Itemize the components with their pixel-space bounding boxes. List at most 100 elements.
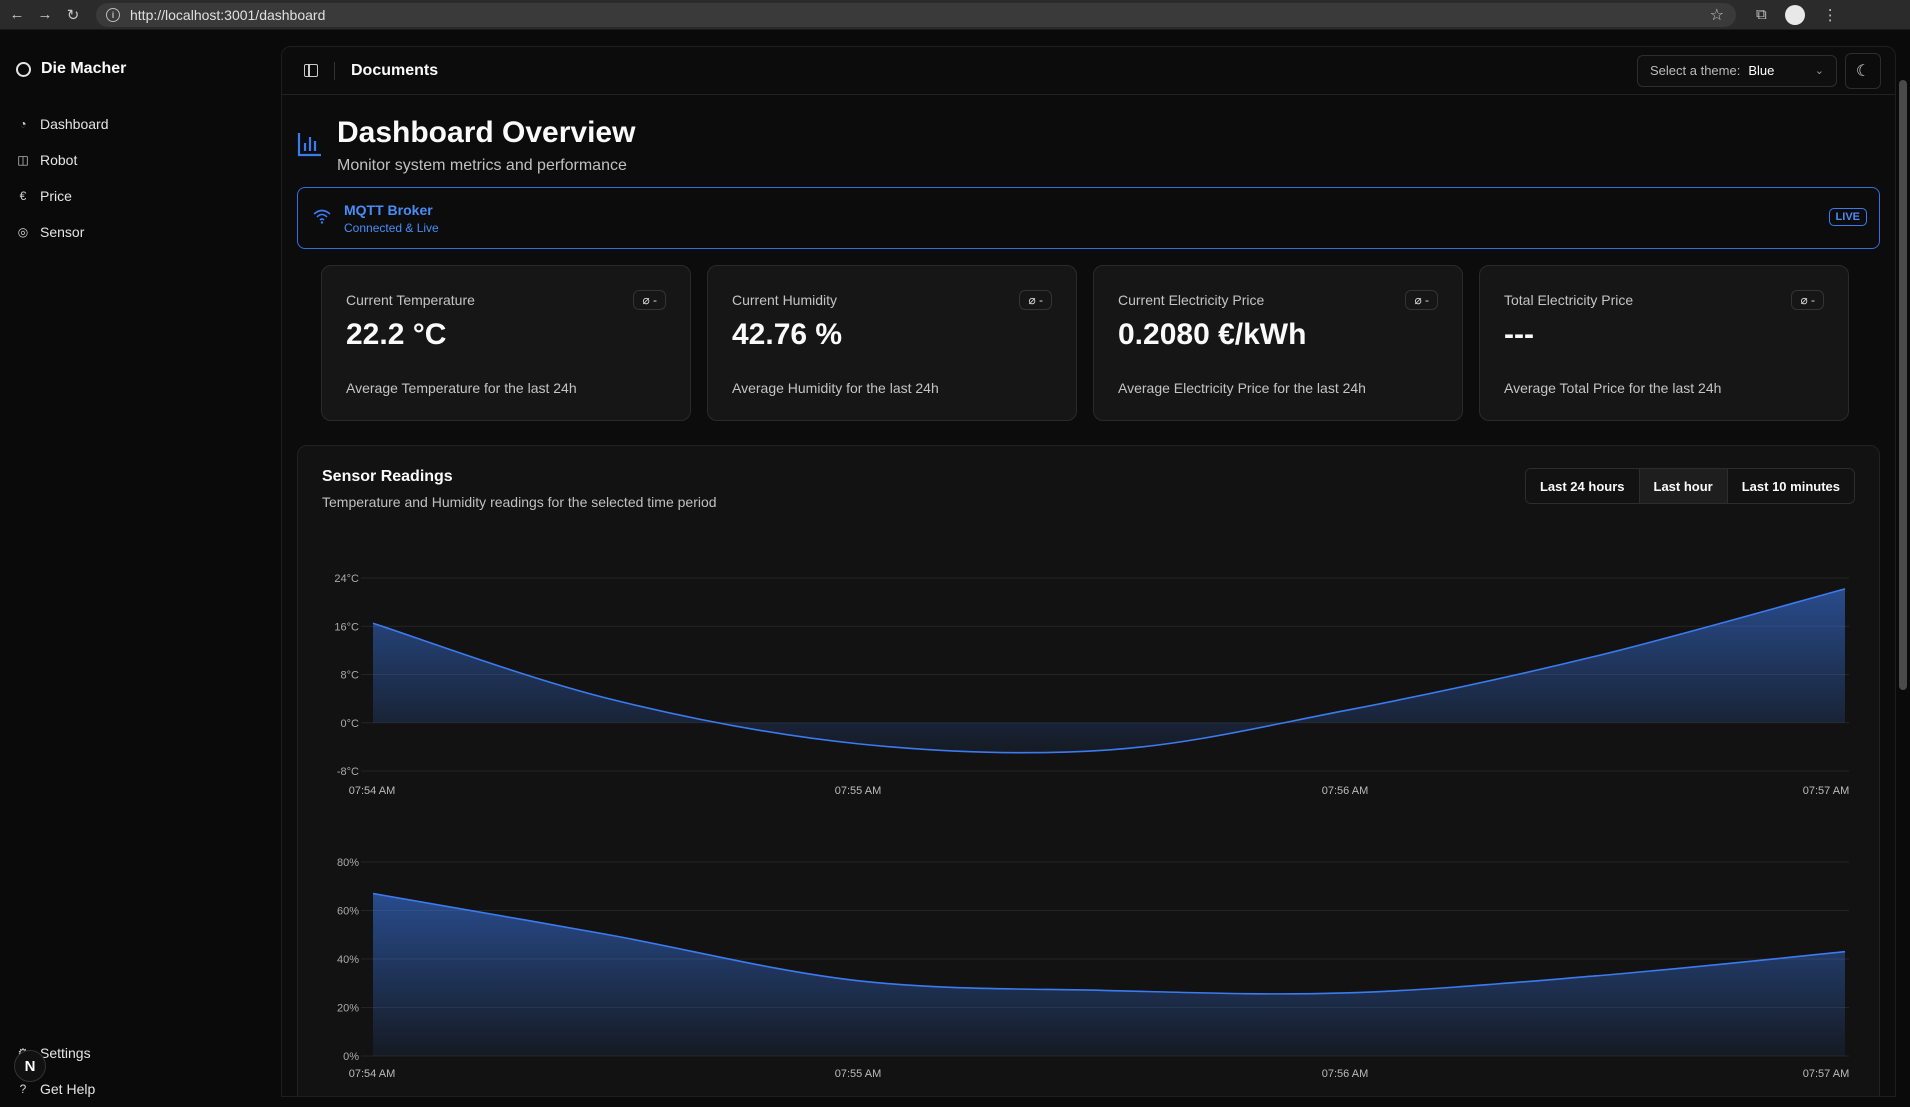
sidebar-toggle-icon[interactable] [304, 64, 318, 77]
card-label: Current Temperature [346, 292, 475, 308]
sensor-subtitle: Temperature and Humidity readings for th… [322, 494, 717, 510]
total-price-card: Total Electricity Price --- Average Tota… [1479, 265, 1849, 421]
y-tick-label: -8°C [337, 766, 359, 778]
bookmark-star-icon[interactable]: ☆ [1710, 5, 1724, 25]
scrollbar[interactable] [1896, 30, 1910, 1097]
card-foot: Average Humidity for the last 24h [732, 380, 939, 396]
y-tick-label: 24°C [334, 573, 359, 585]
x-tick-label: 07:54 AM [349, 785, 395, 797]
card-label: Current Electricity Price [1118, 292, 1265, 308]
series-area [373, 588, 1845, 753]
bar-chart-icon [297, 133, 321, 157]
average-badge: ⌀ - [1019, 290, 1052, 310]
average-badge: ⌀ - [1791, 290, 1824, 310]
user-avatar[interactable]: N [14, 1050, 46, 1082]
mqtt-name: MQTT Broker [344, 201, 433, 218]
sidebar-item-robot[interactable]: ◫ Robot [16, 142, 109, 178]
back-icon[interactable]: ← [6, 4, 28, 26]
profile-avatar[interactable] [1784, 4, 1805, 25]
address-bar[interactable]: i http://localhost:3001/dashboard ☆ [96, 2, 1736, 27]
dark-mode-toggle[interactable]: ☾ [1845, 52, 1881, 89]
theme-select-value: Blue [1748, 63, 1775, 78]
card-value: 42.76 % [732, 318, 843, 351]
page-title: Documents [351, 61, 439, 79]
sensor-charts: 24°C 16°C 8°C 0°C -8°C 07:54 AM 07:55 AM 07:56 … [334, 573, 1849, 1080]
divider [334, 61, 335, 80]
y-tick-label: 0% [343, 1051, 359, 1063]
y-tick-label: 16°C [334, 621, 359, 633]
theme-select[interactable]: Select a theme: Blue ⌄ [1637, 54, 1837, 87]
card-value: 0.2080 €/kWh [1118, 318, 1307, 351]
x-tick-label: 07:57 AM [1803, 1068, 1849, 1080]
sidebar-nav: ◔ Dashboard ◫ Robot € Price ◎ Sensor [16, 106, 109, 250]
x-tick-label: 07:56 AM [1322, 785, 1368, 797]
live-badge: LIVE [1828, 208, 1867, 226]
sensor-title: Sensor Readings [322, 468, 453, 485]
electricity-price-card: Current Electricity Price 0.2080 €/kWh A… [1093, 265, 1463, 421]
series-area [373, 893, 1845, 1056]
mqtt-status: Connected & Live [344, 220, 439, 235]
sidebar-item-label: Settings [40, 1045, 91, 1061]
wifi-icon [312, 208, 332, 229]
extensions-icon[interactable]: ⧉ [1756, 6, 1767, 23]
card-foot: Average Electricity Price for the last 2… [1118, 380, 1366, 396]
main-panel: Documents Select a theme: Blue ⌄ ☾ Dashb… [281, 46, 1896, 1097]
humidity-card: Current Humidity 42.76 % Average Humidit… [707, 265, 1077, 421]
card-value: --- [1504, 318, 1534, 351]
brand-logo-icon [16, 61, 31, 77]
reload-icon[interactable]: ↻ [62, 4, 84, 26]
x-tick-label: 07:55 AM [835, 785, 881, 797]
sensor-readings-card: Sensor Readings Temperature and Humidity… [297, 445, 1880, 1096]
mqtt-status-banner: MQTT Broker Connected & Live LIVE [297, 187, 1880, 249]
gauge-icon: ◔ [19, 117, 27, 131]
metric-cards: Current Temperature 22.2 °C Average Temp… [321, 265, 1849, 421]
card-label: Total Electricity Price [1504, 292, 1634, 308]
temperature-card: Current Temperature 22.2 °C Average Temp… [321, 265, 691, 421]
chevron-down-icon: ⌄ [1814, 65, 1824, 77]
menu-kebab-icon[interactable]: ⋮ [1823, 6, 1838, 24]
range-1h-button[interactable]: Last hour [1639, 469, 1728, 503]
forward-icon[interactable]: → [34, 4, 56, 26]
average-badge: ⌀ - [1405, 290, 1438, 310]
sidebar-item-sensor[interactable]: ◎ Sensor [16, 214, 109, 250]
card-foot: Average Temperature for the last 24h [346, 380, 577, 396]
dashboard-header: Dashboard Overview Monitor system metric… [282, 95, 1895, 187]
card-foot: Average Total Price for the last 24h [1504, 380, 1722, 396]
brand[interactable]: Die Macher [16, 60, 126, 78]
moon-icon: ☾ [1855, 62, 1871, 80]
euro-icon: € [19, 189, 27, 203]
sensor-icon: ◎ [17, 225, 29, 239]
dashboard-title: Dashboard Overview [337, 116, 636, 149]
x-tick-label: 07:55 AM [835, 1068, 881, 1080]
average-badge: ⌀ - [633, 290, 666, 310]
sidebar-item-label: Sensor [40, 224, 85, 240]
range-24h-button[interactable]: Last 24 hours [1525, 469, 1640, 503]
scrollbar-thumb[interactable] [1899, 80, 1907, 690]
theme-select-label: Select a theme: [1650, 63, 1741, 78]
sidebar-item-label: Get Help [40, 1081, 96, 1097]
sidebar: Die Macher ◔ Dashboard ◫ Robot € Price ◎… [0, 30, 280, 1097]
sidebar-item-dashboard[interactable]: ◔ Dashboard [16, 106, 109, 142]
sidebar-item-price[interactable]: € Price [16, 178, 109, 214]
browser-toolbar: ← → ↻ i http://localhost:3001/dashboard … [0, 0, 1910, 30]
x-tick-label: 07:56 AM [1322, 1068, 1368, 1080]
sidebar-item-label: Robot [40, 152, 78, 168]
brand-name: Die Macher [41, 60, 127, 77]
range-10m-button[interactable]: Last 10 minutes [1727, 469, 1854, 503]
y-tick-label: 8°C [341, 670, 360, 682]
sidebar-item-label: Price [40, 188, 72, 204]
help-icon: ? [19, 1082, 27, 1096]
y-tick-label: 20% [337, 1003, 359, 1015]
robot-icon: ◫ [17, 153, 29, 167]
url-text: http://localhost:3001/dashboard [130, 6, 326, 23]
time-range-toggle: Last 24 hours Last hour Last 10 minutes [1524, 468, 1855, 504]
y-tick-label: 0°C [341, 718, 360, 730]
x-tick-label: 07:57 AM [1803, 785, 1849, 797]
card-label: Current Humidity [732, 292, 838, 308]
y-tick-label: 40% [337, 954, 359, 966]
site-info-icon[interactable]: i [106, 7, 120, 22]
dashboard-subtitle: Monitor system metrics and performance [337, 157, 627, 174]
card-value: 22.2 °C [346, 318, 447, 351]
x-tick-label: 07:54 AM [349, 1068, 395, 1080]
sidebar-item-label: Dashboard [40, 116, 109, 132]
